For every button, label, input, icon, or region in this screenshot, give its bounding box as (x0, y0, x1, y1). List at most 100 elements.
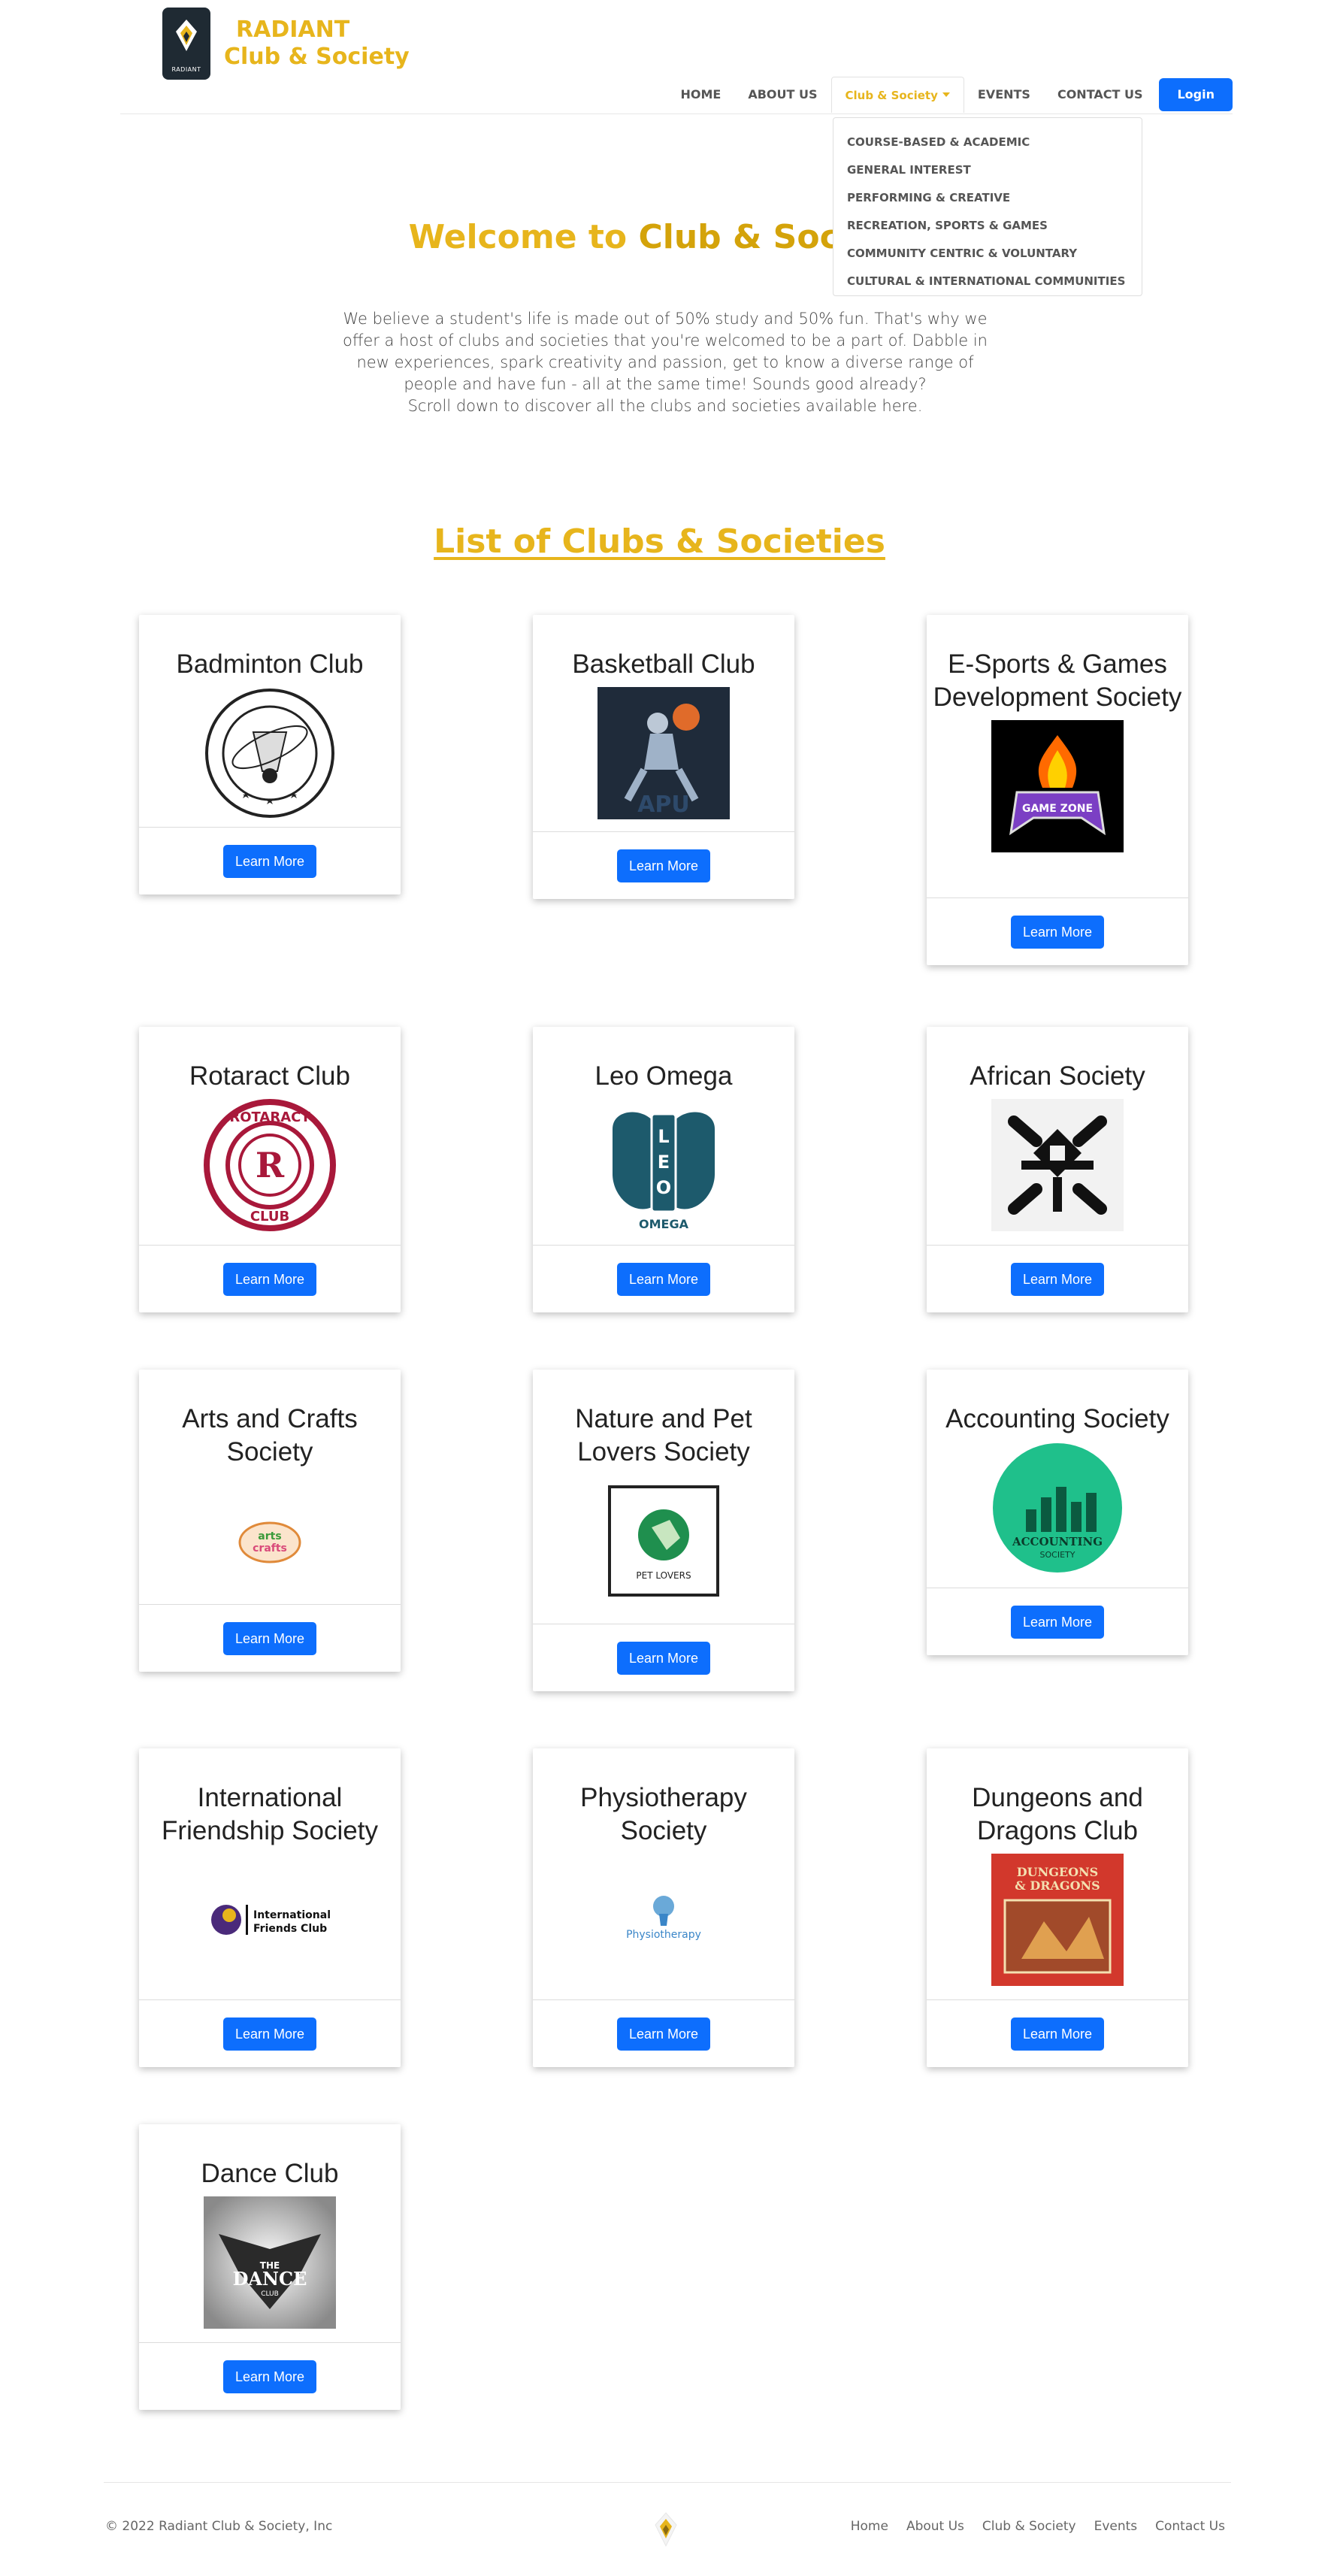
footer-link-home[interactable]: Home (851, 2519, 888, 2534)
rotaract-logo-icon: R ROTARACT CLUB (204, 1099, 336, 1231)
learn-more-button[interactable]: Learn More (617, 1262, 710, 1296)
club-card: Leo Omega L E O OMEGA Learn More (533, 1027, 794, 1312)
svg-text:crafts: crafts (253, 1542, 287, 1554)
dance-logo-icon: THE DANCE CLUB (204, 2196, 336, 2329)
learn-more-button[interactable]: Learn More (223, 2017, 316, 2051)
svg-text:DANCE: DANCE (233, 2268, 307, 2290)
svg-text:O: O (656, 1177, 671, 1198)
nav-contact-us[interactable]: CONTACT US (1044, 77, 1157, 113)
svg-text:OMEGA: OMEGA (639, 1217, 689, 1231)
svg-text:ACCOUNTING: ACCOUNTING (1012, 1535, 1103, 1548)
hero-text-main: We believe a student's life is made out … (343, 310, 988, 393)
card-title: Dance Club (201, 2159, 339, 2188)
club-society-dropdown-menu: COURSE-BASED & ACADEMIC GENERAL INTEREST… (833, 117, 1142, 296)
club-card: Physiotherapy Society Physiotherapy Lear… (533, 1748, 794, 2067)
physio-logo-icon: Physiotherapy (626, 1896, 701, 1941)
nav-club-society-dropdown[interactable]: Club & Society (830, 77, 964, 113)
flame-icon (176, 20, 197, 51)
footer-logo-icon[interactable] (652, 2510, 679, 2549)
card-title: International Friendship Society (162, 1783, 378, 1845)
card-title: Physiotherapy Society (580, 1783, 747, 1845)
learn-more-button[interactable]: Learn More (1011, 915, 1104, 949)
accounting-logo-icon: ACCOUNTING SOCIETY (993, 1443, 1122, 1573)
svg-text:R: R (256, 1145, 285, 1185)
dropdown-item-academic[interactable]: COURSE-BASED & ACADEMIC (833, 129, 1142, 156)
learn-more-button[interactable]: Learn More (617, 2017, 710, 2051)
svg-text:E: E (658, 1152, 670, 1173)
svg-text:DUNGEONS: DUNGEONS (1017, 1865, 1098, 1879)
svg-text:ROTARACT: ROTARACT (229, 1109, 310, 1125)
learn-more-button[interactable]: Learn More (617, 1641, 710, 1675)
footer-link-about-us[interactable]: About Us (906, 2519, 964, 2534)
learn-more-button[interactable]: Learn More (1011, 2017, 1104, 2051)
navbar: RADIANT RADIANT Club & Society HOME ABOU… (120, 0, 1233, 114)
login-button[interactable]: Login (1159, 78, 1233, 111)
african-symbol-logo-icon (991, 1099, 1124, 1231)
card-title: Leo Omega (594, 1061, 733, 1091)
learn-more-button[interactable]: Learn More (223, 2360, 316, 2393)
dropdown-item-community[interactable]: COMMUNITY CENTRIC & VOLUNTARY (833, 240, 1142, 268)
learn-more-button[interactable]: Learn More (617, 849, 710, 882)
nav-about-us[interactable]: ABOUT US (734, 77, 830, 113)
nature-pet-logo-icon: PET LOVERS (608, 1485, 719, 1597)
svg-text:APU: APU (637, 792, 690, 818)
footer-link-club-society[interactable]: Club & Society (982, 2519, 1076, 2534)
svg-text:CLUB: CLUB (250, 1209, 289, 1224)
svg-text:CLUB: CLUB (261, 2290, 279, 2298)
footer-link-events[interactable]: Events (1094, 2519, 1138, 2534)
card-title: Arts and Crafts Society (182, 1404, 358, 1467)
club-card: Nature and Pet Lovers Society PET LOVERS… (533, 1370, 794, 1691)
svg-text:arts: arts (258, 1530, 281, 1542)
footer-link-contact-us[interactable]: Contact Us (1155, 2519, 1225, 2534)
dropdown-item-cultural[interactable]: CULTURAL & INTERNATIONAL COMMUNITIES (833, 268, 1142, 295)
learn-more-button[interactable]: Learn More (1011, 1605, 1104, 1639)
hero-title-part1: Welcome to (408, 218, 639, 256)
radiant-badge-icon: RADIANT (162, 8, 210, 80)
international-logo-icon: International Friends Club (211, 1905, 331, 1935)
brand-name-line1: RADIANT (236, 17, 350, 43)
badge-text: RADIANT (171, 66, 201, 73)
basketball-logo-icon: APU (597, 687, 730, 819)
dropdown-item-performing[interactable]: PERFORMING & CREATIVE (833, 184, 1142, 212)
card-title: Nature and Pet Lovers Society (575, 1404, 752, 1467)
card-title: African Society (970, 1061, 1145, 1091)
hero-text-scroll: Scroll down to discover all the clubs an… (407, 397, 923, 415)
nav-events[interactable]: EVENTS (964, 77, 1044, 113)
card-title: E-Sports & Games Development Society (933, 649, 1182, 712)
svg-text:International: International (253, 1909, 331, 1921)
card-title: Dungeons and Dragons Club (972, 1783, 1143, 1845)
svg-text:L: L (658, 1126, 669, 1147)
svg-text:SOCIETY: SOCIETY (1040, 1550, 1075, 1560)
main-nav: HOME ABOUT US Club & Society EVENTS CONT… (667, 77, 1233, 113)
learn-more-button[interactable]: Learn More (223, 844, 316, 878)
svg-text:Friends Club: Friends Club (253, 1923, 327, 1935)
hero-description: We believe a student's life is made out … (342, 308, 988, 417)
brand-name-line2: Club & Society (224, 44, 410, 70)
svg-text:& DRAGONS: & DRAGONS (1015, 1878, 1100, 1893)
svg-text:GAME ZONE: GAME ZONE (1022, 803, 1093, 815)
learn-more-button[interactable]: Learn More (223, 1621, 316, 1655)
brand-logo[interactable]: RADIANT RADIANT Club & Society (162, 8, 410, 80)
nav-home[interactable]: HOME (667, 77, 735, 113)
learn-more-button[interactable]: Learn More (223, 1262, 316, 1296)
club-card: Accounting Society ACCOUNTING SOCIETY Le… (927, 1370, 1188, 1655)
club-card: Arts and Crafts Society arts crafts Lear… (139, 1370, 401, 1672)
card-title: Accounting Society (945, 1404, 1169, 1433)
card-title: Badminton Club (176, 649, 364, 679)
badminton-logo-icon (205, 689, 334, 818)
club-card: E-Sports & Games Development Society GAM… (927, 615, 1188, 965)
nav-club-society-label: Club & Society (845, 89, 938, 102)
club-card: Basketball Club APU Learn More (533, 615, 794, 899)
club-card: African Society Learn More (927, 1027, 1188, 1312)
club-card: International Friendship Society Interna… (139, 1748, 401, 2067)
footer-nav: Home About Us Club & Society Events Cont… (833, 2519, 1225, 2534)
card-title: Basketball Club (572, 649, 755, 679)
club-card: Badminton Club Learn More (139, 615, 401, 894)
svg-text:PET LOVERS: PET LOVERS (636, 1570, 691, 1581)
dropdown-item-recreation[interactable]: RECREATION, SPORTS & GAMES (833, 212, 1142, 240)
dropdown-item-general-interest[interactable]: GENERAL INTEREST (833, 156, 1142, 184)
arts-crafts-logo-icon: arts crafts (238, 1521, 301, 1563)
list-title: List of Clubs & Societies (434, 522, 885, 561)
learn-more-button[interactable]: Learn More (1011, 1262, 1104, 1296)
svg-text:Physiotherapy: Physiotherapy (626, 1929, 701, 1941)
